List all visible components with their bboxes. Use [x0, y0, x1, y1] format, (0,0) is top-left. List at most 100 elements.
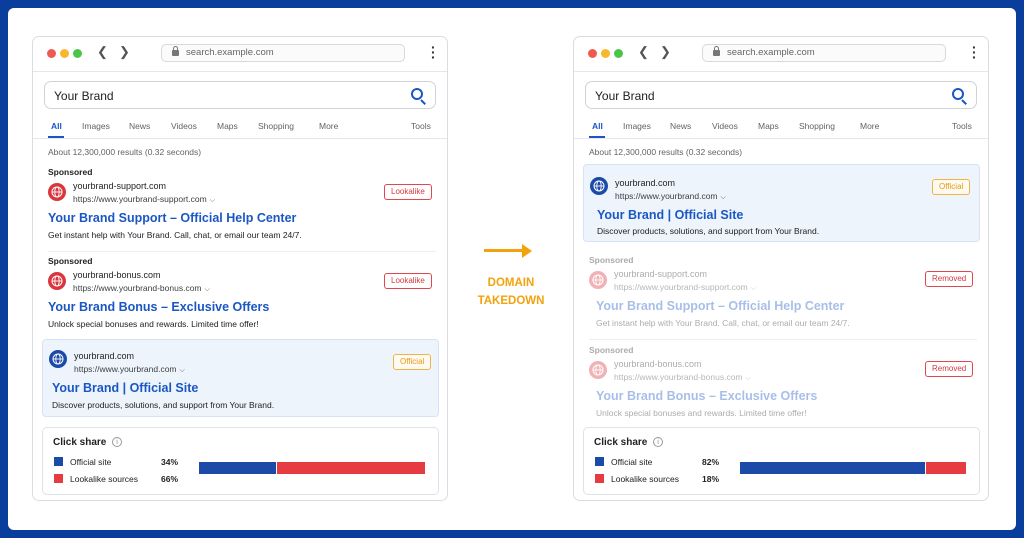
official-badge: Official — [393, 354, 432, 370]
result-title-link[interactable]: Your Brand Bonus – Exclusive Offers — [48, 300, 269, 314]
tab-maps[interactable]: Maps — [217, 121, 238, 131]
legend-value-official: 34% — [161, 457, 179, 467]
tab-shopping[interactable]: Shopping — [258, 121, 294, 131]
tab-tools[interactable]: Tools — [952, 121, 972, 131]
tab-videos[interactable]: Videos — [712, 121, 738, 131]
legend-label-lookalike: Lookalike sources — [70, 474, 139, 484]
result-title-link[interactable]: Your Brand | Official Site — [52, 381, 198, 395]
globe-icon — [49, 350, 67, 368]
globe-icon — [590, 177, 608, 195]
result-domain: yourbrand-support.com — [73, 181, 167, 191]
tabs-divider — [574, 138, 988, 139]
chevron-down-icon[interactable]: ⌵ — [180, 367, 185, 374]
chevron-down-icon[interactable]: ⌵ — [205, 286, 210, 293]
legend-value-lookalike: 18% — [702, 474, 720, 484]
address-bar[interactable]: search.example.com — [161, 44, 405, 62]
results-count: About 12,300,000 results (0.32 seconds) — [589, 147, 743, 157]
click-share-bar — [740, 462, 967, 474]
search-icon[interactable] — [952, 88, 964, 100]
kebab-menu-icon[interactable]: · · · — [431, 40, 436, 64]
tab-all[interactable]: All — [592, 121, 603, 131]
result-url[interactable]: https://www.yourbrand-support.com ⌵ — [73, 194, 215, 205]
window-minimize-dot[interactable] — [60, 49, 69, 58]
bar-segment-lookalike — [925, 462, 967, 474]
removed-badge: Removed — [925, 271, 974, 287]
search-input[interactable]: Your Brand — [44, 81, 436, 109]
address-bar[interactable]: search.example.com — [702, 44, 946, 62]
window-maximize-dot[interactable] — [614, 49, 623, 58]
result-url[interactable]: https://www.yourbrand.com ⌵ — [74, 364, 185, 375]
result-title-link[interactable]: Your Brand Support – Official Help Cente… — [48, 211, 296, 225]
globe-icon — [48, 183, 66, 201]
chevron-down-icon[interactable]: ⌵ — [210, 197, 215, 204]
search-icon[interactable] — [411, 88, 423, 100]
result-url[interactable]: https://www.yourbrand.com ⌵ — [615, 191, 726, 202]
search-input[interactable]: Your Brand — [585, 81, 977, 109]
search-query: Your Brand — [595, 89, 655, 103]
lock-icon — [172, 46, 179, 56]
result-domain: yourbrand-bonus.com — [614, 359, 702, 369]
result-official: yourbrand.com https://www.yourbrand.com ⌵… — [583, 164, 980, 242]
forward-arrow-icon[interactable]: ❯ — [660, 44, 671, 60]
results-count: About 12,300,000 results (0.32 seconds) — [48, 147, 202, 157]
browser-toolbar: ❮ ❯ search.example.com · · · — [574, 37, 988, 69]
result-description: Get instant help with Your Brand. Call, … — [596, 318, 850, 328]
search-tabs: All Images News Videos Maps Shopping Mor… — [33, 121, 447, 138]
callout-line-2: TAKEDOWN — [477, 295, 545, 307]
window-close-dot[interactable] — [47, 49, 56, 58]
tab-more[interactable]: More — [319, 121, 338, 131]
back-arrow-icon[interactable]: ❮ — [638, 44, 649, 60]
browser-toolbar: ❮ ❯ search.example.com · · · — [33, 37, 447, 69]
result-description: Get instant help with Your Brand. Call, … — [48, 230, 302, 240]
result-domain: yourbrand.com — [74, 351, 135, 361]
tab-maps[interactable]: Maps — [758, 121, 779, 131]
result-title-link[interactable]: Your Brand | Official Site — [597, 208, 743, 222]
chevron-down-icon: ⌵ — [750, 285, 757, 292]
result-domain: yourbrand-support.com — [614, 269, 708, 279]
legend-label-lookalike: Lookalike sources — [611, 474, 680, 484]
tab-images[interactable]: Images — [82, 121, 110, 131]
tab-images[interactable]: Images — [623, 121, 651, 131]
result-description: Discover products, solutions, and suppor… — [52, 400, 275, 410]
legend-swatch-official — [595, 457, 604, 466]
window-maximize-dot[interactable] — [73, 49, 82, 58]
result-support-removed: Sponsored yourbrand-support.com https://… — [583, 255, 980, 335]
click-share-title: Click share — [53, 437, 107, 448]
window-minimize-dot[interactable] — [601, 49, 610, 58]
browser-after: ❮ ❯ search.example.com · · · Your Brand Al… — [573, 36, 989, 501]
tab-tools[interactable]: Tools — [411, 121, 431, 131]
back-arrow-icon[interactable]: ❮ — [97, 44, 108, 60]
result-title-link: Your Brand Support – Official Help Cente… — [596, 299, 845, 313]
click-share-bar — [199, 462, 426, 474]
info-icon[interactable]: i — [653, 437, 663, 447]
tab-videos[interactable]: Videos — [171, 121, 197, 131]
result-description: Discover products, solutions, and suppor… — [597, 226, 820, 236]
globe-icon — [589, 361, 607, 379]
bar-segment-official — [199, 462, 276, 474]
chevron-down-icon[interactable]: ⌵ — [721, 194, 726, 201]
removed-badge: Removed — [925, 361, 974, 377]
tab-news[interactable]: News — [670, 121, 691, 131]
forward-arrow-icon[interactable]: ❯ — [119, 44, 130, 60]
toolbar-divider — [33, 71, 447, 72]
toolbar-divider — [574, 71, 988, 72]
info-icon[interactable]: i — [112, 437, 122, 447]
sponsored-label: Sponsored — [48, 256, 93, 266]
result-url: https://www.yourbrand-bonus.com ⌵ — [614, 372, 751, 382]
result-bonus-removed: Sponsored yourbrand-bonus.com https://ww… — [583, 345, 980, 425]
lookalike-badge: Lookalike — [384, 184, 432, 200]
window-close-dot[interactable] — [588, 49, 597, 58]
tab-all[interactable]: All — [51, 121, 62, 131]
lookalike-badge: Lookalike — [384, 273, 432, 289]
tab-more[interactable]: More — [860, 121, 879, 131]
result-official: yourbrand.com https://www.yourbrand.com ⌵… — [42, 339, 439, 417]
tab-shopping[interactable]: Shopping — [799, 121, 835, 131]
globe-icon — [48, 272, 66, 290]
result-domain: yourbrand.com — [615, 178, 676, 188]
result-url[interactable]: https://www.yourbrand-bonus.com ⌵ — [73, 283, 210, 294]
tab-news[interactable]: News — [129, 121, 150, 131]
globe-icon — [589, 271, 607, 289]
sponsored-label: Sponsored — [589, 255, 634, 265]
official-badge: Official — [932, 179, 971, 195]
kebab-menu-icon[interactable]: · · · — [972, 40, 977, 64]
